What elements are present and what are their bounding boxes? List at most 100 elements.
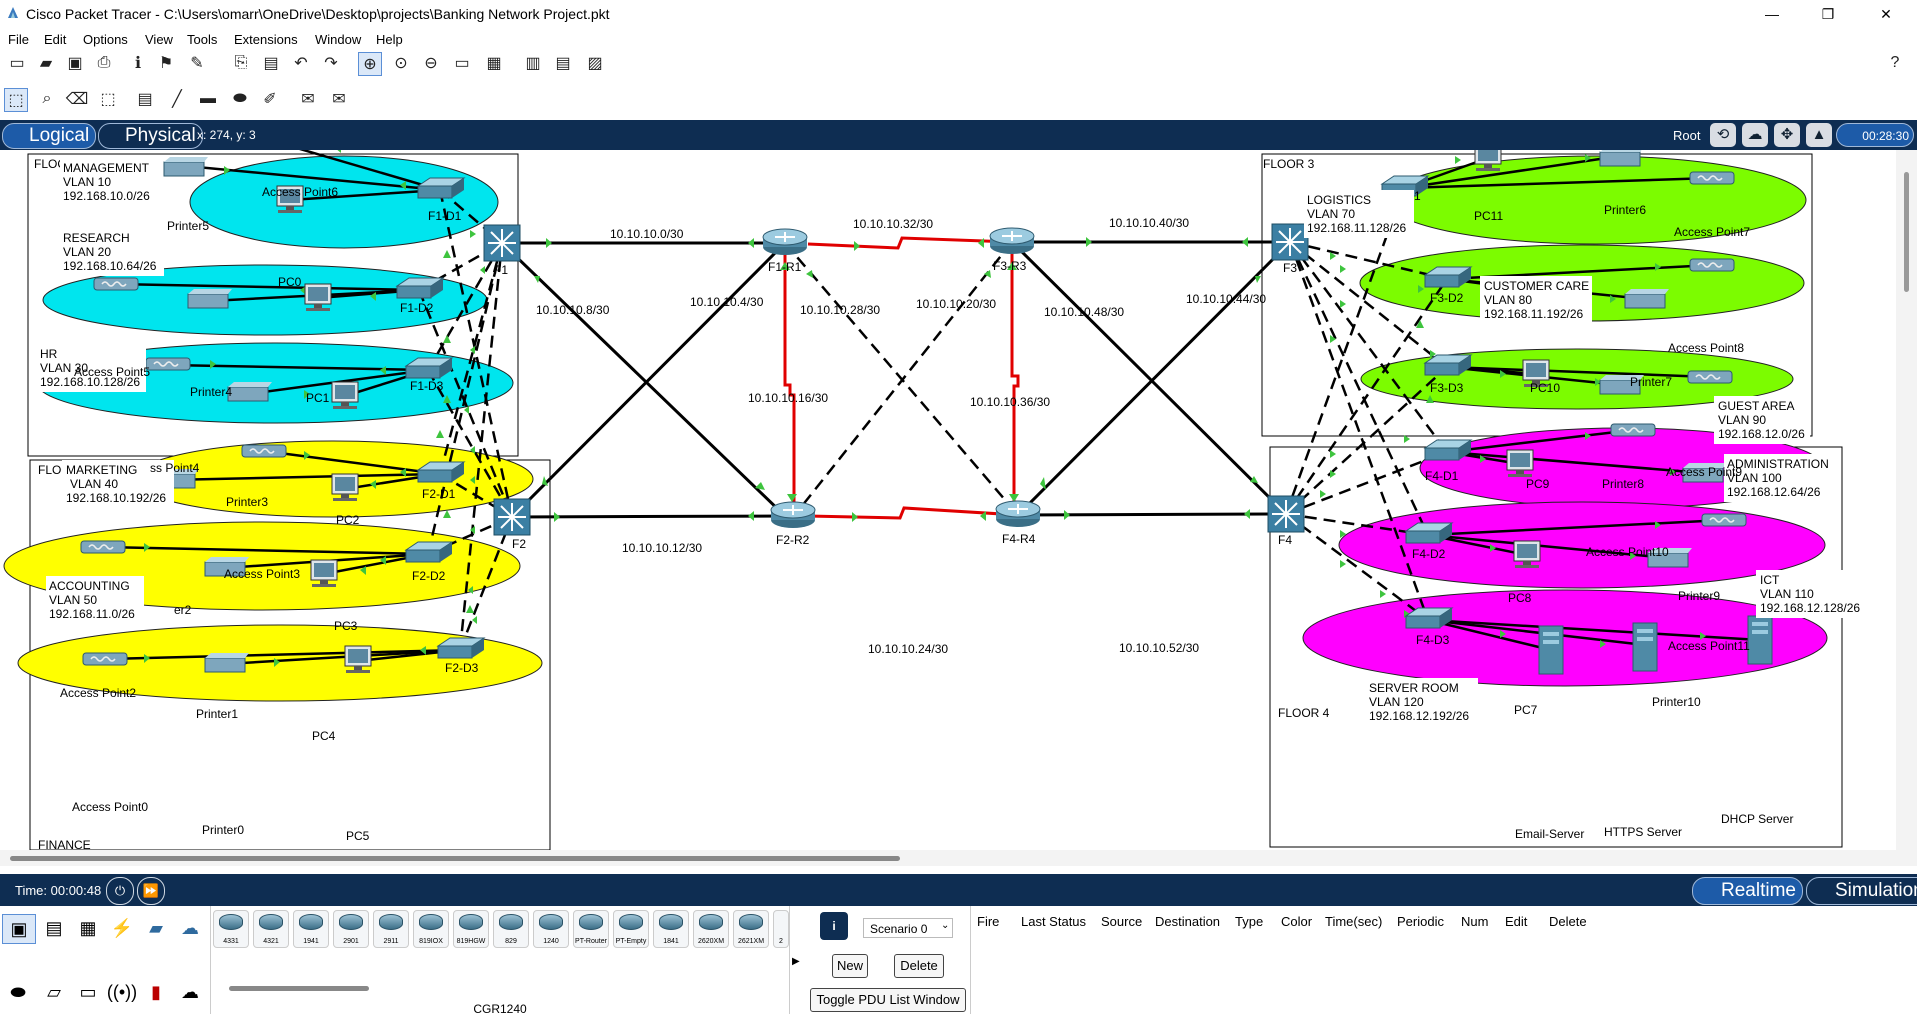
menu-view[interactable]: View — [145, 32, 173, 47]
multiuser-category-icon[interactable]: ☁ — [174, 914, 206, 942]
access-point-10[interactable] — [1610, 423, 1656, 437]
device-tile-4331[interactable]: 4331 — [213, 910, 249, 948]
network-devices-category-icon[interactable]: ▣ — [2, 914, 36, 944]
inspect-icon[interactable]: ⌕ — [36, 88, 58, 110]
resize-shape-icon[interactable]: ⬚ — [97, 88, 119, 110]
printer-6[interactable] — [1599, 150, 1645, 167]
menu-window[interactable]: Window — [315, 32, 361, 47]
printer-0[interactable] — [204, 652, 250, 673]
device-tile-pt-router[interactable]: PT-Router — [573, 910, 609, 948]
copy-icon[interactable]: ⎘ — [230, 52, 252, 74]
simple-pdu-icon[interactable]: ✉ — [297, 88, 319, 110]
new-file-icon[interactable]: ▭ — [6, 52, 28, 74]
device-tile-819hgw[interactable]: 819HGW — [453, 910, 489, 948]
core-switch-f4[interactable] — [1267, 495, 1305, 533]
device-tile-2621xm[interactable]: 2621XM — [733, 910, 769, 948]
access-point-4[interactable] — [145, 357, 191, 371]
access-point-11[interactable] — [1701, 513, 1747, 527]
panel-collapse-icon[interactable]: ▶ — [792, 956, 800, 967]
switches-subcategory-icon[interactable]: ▱ — [38, 978, 70, 1006]
hubs-subcategory-icon[interactable]: ▭ — [72, 978, 104, 1006]
viewport-icon[interactable]: ▤ — [552, 52, 574, 74]
cluster-icon[interactable]: ☁ — [1742, 123, 1768, 147]
dhcp-server[interactable] — [1747, 615, 1773, 665]
security-subcategory-icon[interactable]: ▮ — [140, 978, 172, 1006]
https-server[interactable] — [1632, 622, 1658, 672]
complex-pdu-icon[interactable]: ✉ — [328, 88, 350, 110]
fast-forward-icon[interactable]: ⏩ — [137, 877, 165, 905]
wireless-subcategory-icon[interactable]: ((•)) — [106, 978, 138, 1006]
connections-category-icon[interactable]: ⚡ — [106, 914, 138, 942]
device-tile-pt-empty[interactable]: PT-Empty — [613, 910, 649, 948]
menu-file[interactable]: File — [8, 32, 29, 47]
custom-device-icon[interactable]: ✎ — [186, 52, 208, 74]
device-tile-2911[interactable]: 2911 — [373, 910, 409, 948]
activity-wizard-icon[interactable]: ℹ — [127, 52, 149, 74]
custom-devices-dialog-icon[interactable]: ▦ — [483, 52, 505, 74]
toggle-pdu-list-button[interactable]: Toggle PDU List Window — [810, 988, 966, 1012]
menu-extensions[interactable]: Extensions — [234, 32, 298, 47]
end-devices-category-icon[interactable]: ▤ — [38, 914, 70, 942]
misc-category-icon[interactable]: ▰ — [140, 914, 172, 942]
network-info-icon[interactable]: ⚑ — [155, 52, 177, 74]
email-server[interactable] — [1538, 625, 1564, 675]
minimize-button[interactable]: — — [1752, 4, 1792, 24]
background-image-icon[interactable]: ▲ — [1806, 123, 1832, 147]
maximize-button[interactable]: ❐ — [1808, 4, 1848, 24]
clipboard-icon[interactable]: ▥ — [522, 52, 544, 74]
back-icon[interactable]: ⟲ — [1710, 123, 1736, 147]
delete-icon[interactable]: ⌫ — [66, 88, 89, 110]
redo-icon[interactable]: ↷ — [320, 52, 342, 74]
print-icon[interactable]: ⎙ — [93, 52, 115, 74]
realtime-mode-button[interactable]: Realtime — [1692, 877, 1803, 905]
new-scenario-button[interactable]: New — [832, 954, 868, 978]
logical-view-button[interactable]: Logical — [2, 123, 97, 149]
move-viewport-icon[interactable]: ✥ — [1774, 123, 1800, 147]
drawing-palette-icon[interactable]: ▭ — [451, 52, 473, 74]
image-icon[interactable]: ▨ — [584, 52, 606, 74]
device-tile-1841[interactable]: 1841 — [653, 910, 689, 948]
device-tile-829[interactable]: 829 — [493, 910, 529, 948]
save-icon[interactable]: ▣ — [64, 52, 86, 74]
horizontal-scroll-thumb[interactable] — [10, 856, 900, 861]
paste-icon[interactable]: ▤ — [260, 52, 282, 74]
router-f1-r1[interactable] — [762, 228, 808, 256]
device-list-scrollbar[interactable] — [229, 986, 369, 991]
physical-view-button[interactable]: Physical — [98, 123, 203, 149]
draw-ellipse-icon[interactable]: ⬬ — [229, 88, 251, 110]
zoom-out-icon[interactable]: ⊖ — [420, 52, 442, 74]
zoom-in-icon[interactable]: ⊕ — [358, 52, 382, 76]
scenario-select[interactable]: Scenario 0 — [863, 918, 953, 938]
delete-scenario-button[interactable]: Delete — [894, 954, 944, 978]
access-point-9[interactable] — [1687, 370, 1733, 384]
info-icon[interactable]: i — [820, 912, 848, 940]
device-tile-2620xm[interactable]: 2620XM — [693, 910, 729, 948]
components-category-icon[interactable]: ▦ — [72, 914, 104, 942]
select-icon[interactable]: ⬚ — [4, 88, 28, 112]
device-tile-2901[interactable]: 2901 — [333, 910, 369, 948]
routers-subcategory-icon[interactable]: ⬬ — [2, 978, 34, 1006]
logical-workspace[interactable]: FLOOR 1 FLOOR 2 FLOOR 3 FLOOR 4 MANAGEME… — [0, 150, 1896, 850]
router-f3-r3[interactable] — [989, 227, 1035, 255]
printer-7[interactable] — [1624, 288, 1670, 309]
access-point-5[interactable] — [93, 277, 139, 291]
close-button[interactable]: ✕ — [1866, 4, 1906, 24]
device-tile-4321[interactable]: 4321 — [253, 910, 289, 948]
help-question-icon[interactable]: ? — [1884, 52, 1906, 74]
access-point-7[interactable] — [1689, 171, 1735, 185]
menu-help[interactable]: Help — [376, 32, 403, 47]
access-point-8[interactable] — [1689, 258, 1735, 272]
printer-5[interactable] — [163, 156, 209, 177]
open-folder-icon[interactable]: ▰ — [35, 52, 57, 74]
device-tile-1941[interactable]: 1941 — [293, 910, 329, 948]
device-tile-partial[interactable]: 2 — [773, 910, 789, 948]
menu-options[interactable]: Options — [83, 32, 128, 47]
chevron-down-icon[interactable]: ⌄ — [941, 920, 949, 931]
vertical-scroll-thumb[interactable] — [1904, 172, 1909, 292]
power-cycle-icon[interactable]: ⏻ — [106, 877, 134, 905]
draw-line-icon[interactable]: ╱ — [166, 88, 188, 110]
device-tile-1240[interactable]: 1240 — [533, 910, 569, 948]
place-note-icon[interactable]: ▤ — [134, 88, 156, 110]
menu-edit[interactable]: Edit — [44, 32, 66, 47]
workspace-horizontal-scrollbar[interactable] — [0, 850, 1917, 866]
